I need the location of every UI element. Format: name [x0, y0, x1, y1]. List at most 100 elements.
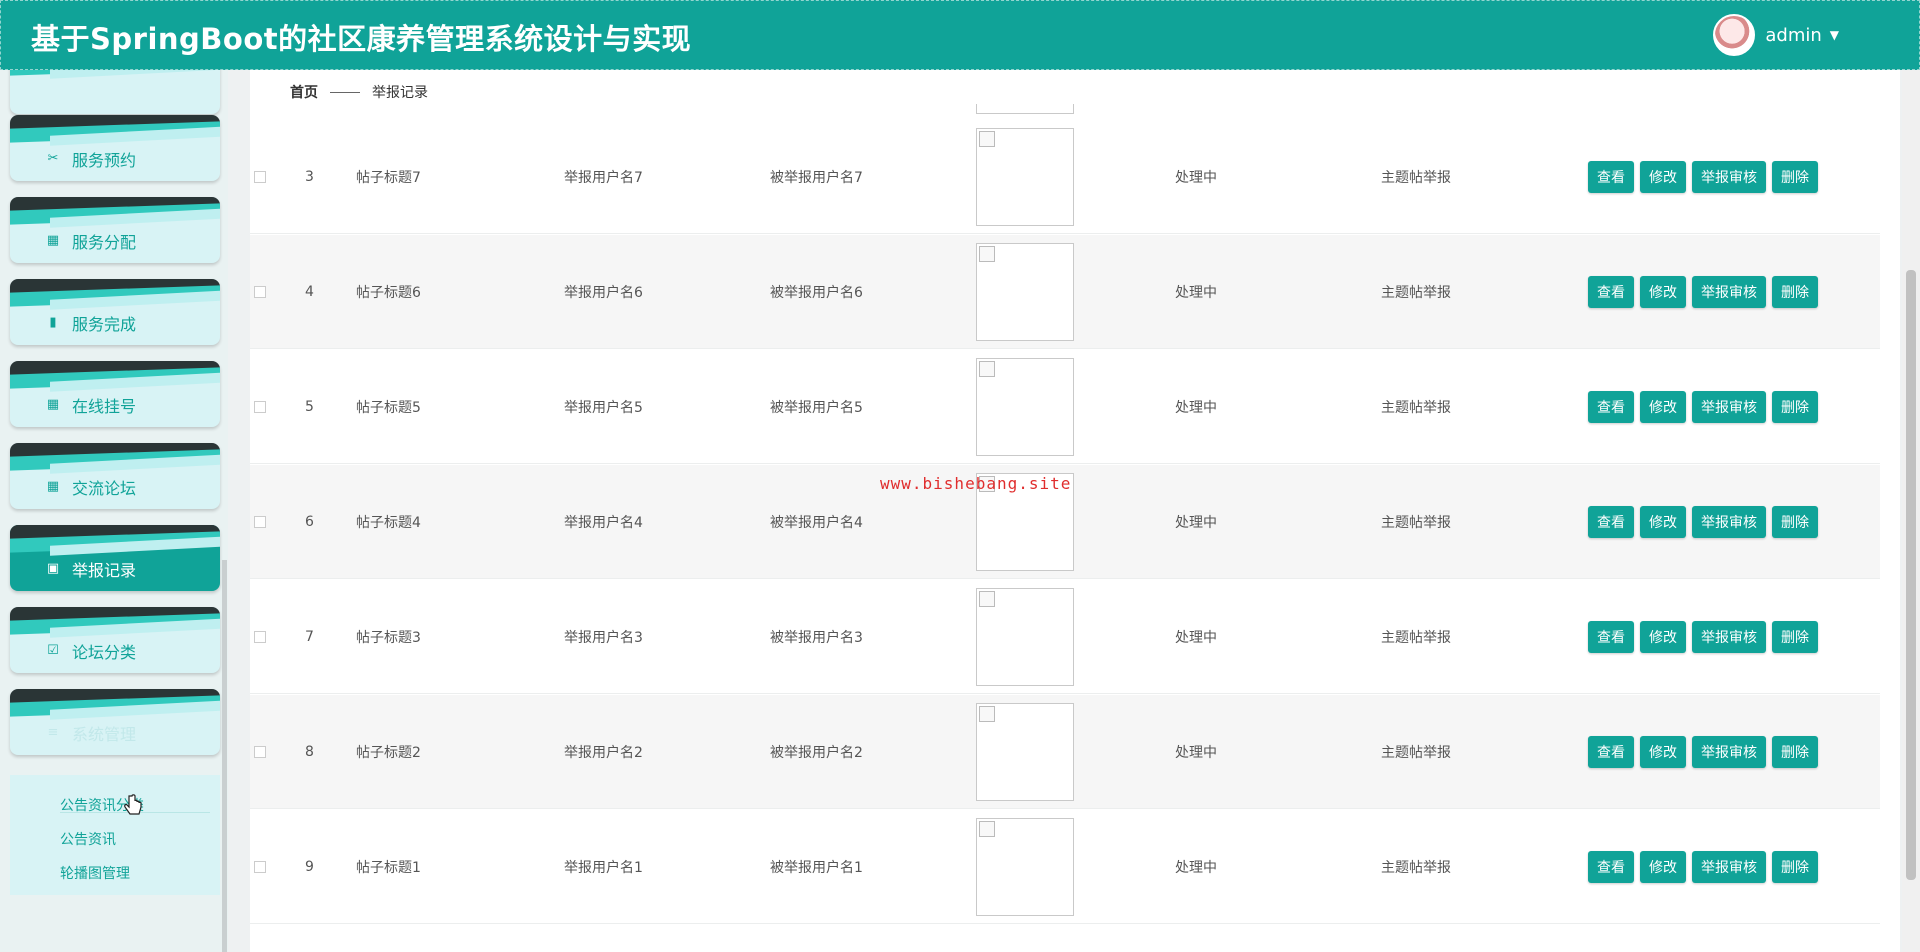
view-button[interactable]: 查看	[1588, 506, 1634, 538]
reported-username: 被举报用户名5	[770, 400, 863, 416]
sidebar-item-service-complete[interactable]: ▮ 服务完成	[10, 279, 220, 345]
sidebar-item-report-records[interactable]: ▣ 举报记录	[10, 525, 220, 591]
sidebar-item-label: 在线挂号	[72, 397, 137, 416]
reporter-username: 举报用户名7	[564, 170, 643, 186]
sidebar-item-label: 交流论坛	[72, 479, 137, 498]
edit-button[interactable]: 修改	[1640, 506, 1686, 538]
delete-button[interactable]: 删除	[1772, 161, 1818, 193]
top-navbar: 基于SpringBoot的社区康养管理系统设计与实现 admin ▼	[0, 0, 1920, 70]
row-checkbox[interactable]	[254, 746, 266, 758]
report-type: 主题帖举报	[1381, 170, 1451, 186]
delete-button[interactable]: 删除	[1772, 276, 1818, 308]
reported-username: 被举报用户名2	[770, 745, 863, 761]
row-checkbox[interactable]	[254, 516, 266, 528]
sidebar-item-online-registration[interactable]: ▦ 在线挂号	[10, 361, 220, 427]
review-button[interactable]: 举报审核	[1692, 276, 1766, 308]
review-button[interactable]: 举报审核	[1692, 736, 1766, 768]
row-checkbox[interactable]	[254, 631, 266, 643]
reported-username: 被举报用户名6	[770, 285, 863, 301]
row-index: 8	[305, 744, 314, 760]
status: 处理中	[1175, 860, 1217, 876]
row-index: 5	[305, 399, 314, 415]
reporter-username: 举报用户名2	[564, 745, 643, 761]
edit-button[interactable]: 修改	[1640, 736, 1686, 768]
table-row: 5 帖子标题5 举报用户名5 被举报用户名5 处理中 主题帖举报 查看 修改 举报审核 删除	[250, 350, 1880, 464]
view-button[interactable]: 查看	[1588, 621, 1634, 653]
reported-username: 被举报用户名3	[770, 630, 863, 646]
reporter-username: 举报用户名1	[564, 860, 643, 876]
report-type: 主题帖举报	[1381, 860, 1451, 876]
sidebar-item-service-booking[interactable]: ✂ 服务预约	[10, 115, 220, 181]
review-button[interactable]: 举报审核	[1692, 161, 1766, 193]
sidebar-item-label: 举报记录	[72, 561, 137, 580]
caret-down-icon[interactable]: ▼	[1830, 28, 1839, 42]
breadcrumb-home[interactable]: 首页	[290, 82, 318, 102]
review-button[interactable]: 举报审核	[1692, 851, 1766, 883]
sidebar-item-system-management[interactable]: ≡ 系统管理	[10, 689, 220, 755]
reported-username: 被举报用户名4	[770, 515, 863, 531]
review-button[interactable]: 举报审核	[1692, 391, 1766, 423]
view-button[interactable]: 查看	[1588, 391, 1634, 423]
edit-button[interactable]: 修改	[1640, 391, 1686, 423]
row-index: 3	[305, 169, 314, 185]
username[interactable]: admin	[1765, 25, 1821, 46]
reporter-username: 举报用户名3	[564, 630, 643, 646]
edit-button[interactable]: 修改	[1640, 276, 1686, 308]
post-title: 帖子标题4	[356, 515, 421, 531]
edit-button[interactable]: 修改	[1640, 621, 1686, 653]
page-scrollbar[interactable]	[1902, 70, 1920, 952]
delete-button[interactable]: 删除	[1772, 736, 1818, 768]
sidebar-item-label: 论坛分类	[72, 643, 137, 662]
delete-button[interactable]: 删除	[1772, 391, 1818, 423]
hand-cursor-icon	[124, 794, 142, 815]
edit-button[interactable]: 修改	[1640, 851, 1686, 883]
bar-chart-icon: ▮	[49, 315, 57, 330]
report-type: 主题帖举报	[1381, 285, 1451, 301]
reported-username: 被举报用户名7	[770, 170, 863, 186]
view-button[interactable]: 查看	[1588, 736, 1634, 768]
row-checkbox[interactable]	[254, 401, 266, 413]
sidebar-item-forum-category[interactable]: ☑ 论坛分类	[10, 607, 220, 673]
status: 处理中	[1175, 400, 1217, 416]
review-button[interactable]: 举报审核	[1692, 506, 1766, 538]
sidebar-item-service-assign[interactable]: ▦ 服务分配	[10, 197, 220, 263]
delete-button[interactable]: 删除	[1772, 851, 1818, 883]
table-row: 3 帖子标题7 举报用户名7 被举报用户名7 处理中 主题帖举报 查看 修改 举报审核 删除	[250, 120, 1880, 234]
status: 处理中	[1175, 285, 1217, 301]
post-title: 帖子标题6	[356, 285, 421, 301]
grid-icon: ▦	[46, 233, 60, 248]
edit-button[interactable]: 修改	[1640, 161, 1686, 193]
row-checkbox[interactable]	[254, 171, 266, 183]
view-button[interactable]: 查看	[1588, 161, 1634, 193]
report-image	[976, 703, 1074, 801]
post-title: 帖子标题5	[356, 400, 421, 416]
sidebar-item-forum[interactable]: ▦ 交流论坛	[10, 443, 220, 509]
submenu-notice[interactable]: 公告资讯	[60, 829, 116, 849]
image-thumbnail-partial	[976, 104, 1074, 114]
view-button[interactable]: 查看	[1588, 276, 1634, 308]
report-type: 主题帖举报	[1381, 745, 1451, 761]
breadcrumb-current: 举报记录	[372, 85, 428, 101]
table-row: 4 帖子标题6 举报用户名6 被举报用户名6 处理中 主题帖举报 查看 修改 举报审核 删除	[250, 235, 1880, 349]
view-button[interactable]: 查看	[1588, 851, 1634, 883]
row-index: 9	[305, 859, 314, 875]
sidebar-item-label: 服务完成	[72, 315, 137, 334]
submenu-carousel-management[interactable]: 轮播图管理	[60, 863, 130, 883]
row-index: 7	[305, 629, 314, 645]
report-type: 主题帖举报	[1381, 630, 1451, 646]
sidebar-scrollbar[interactable]	[222, 560, 227, 952]
grid-icon: ▦	[46, 397, 60, 412]
row-checkbox[interactable]	[254, 861, 266, 873]
status: 处理中	[1175, 170, 1217, 186]
avatar[interactable]	[1713, 14, 1756, 56]
reporter-username: 举报用户名4	[564, 515, 643, 531]
review-button[interactable]: 举报审核	[1692, 621, 1766, 653]
table-row: 8 帖子标题2 举报用户名2 被举报用户名2 处理中 主题帖举报 查看 修改 举报审核 删除	[250, 695, 1880, 809]
delete-button[interactable]: 删除	[1772, 506, 1818, 538]
user-menu[interactable]: admin ▼	[1713, 14, 1839, 56]
report-image	[976, 243, 1074, 341]
reporter-username: 举报用户名6	[564, 285, 643, 301]
delete-button[interactable]: 删除	[1772, 621, 1818, 653]
row-checkbox[interactable]	[254, 286, 266, 298]
sidebar-item-partial[interactable]	[10, 70, 220, 114]
